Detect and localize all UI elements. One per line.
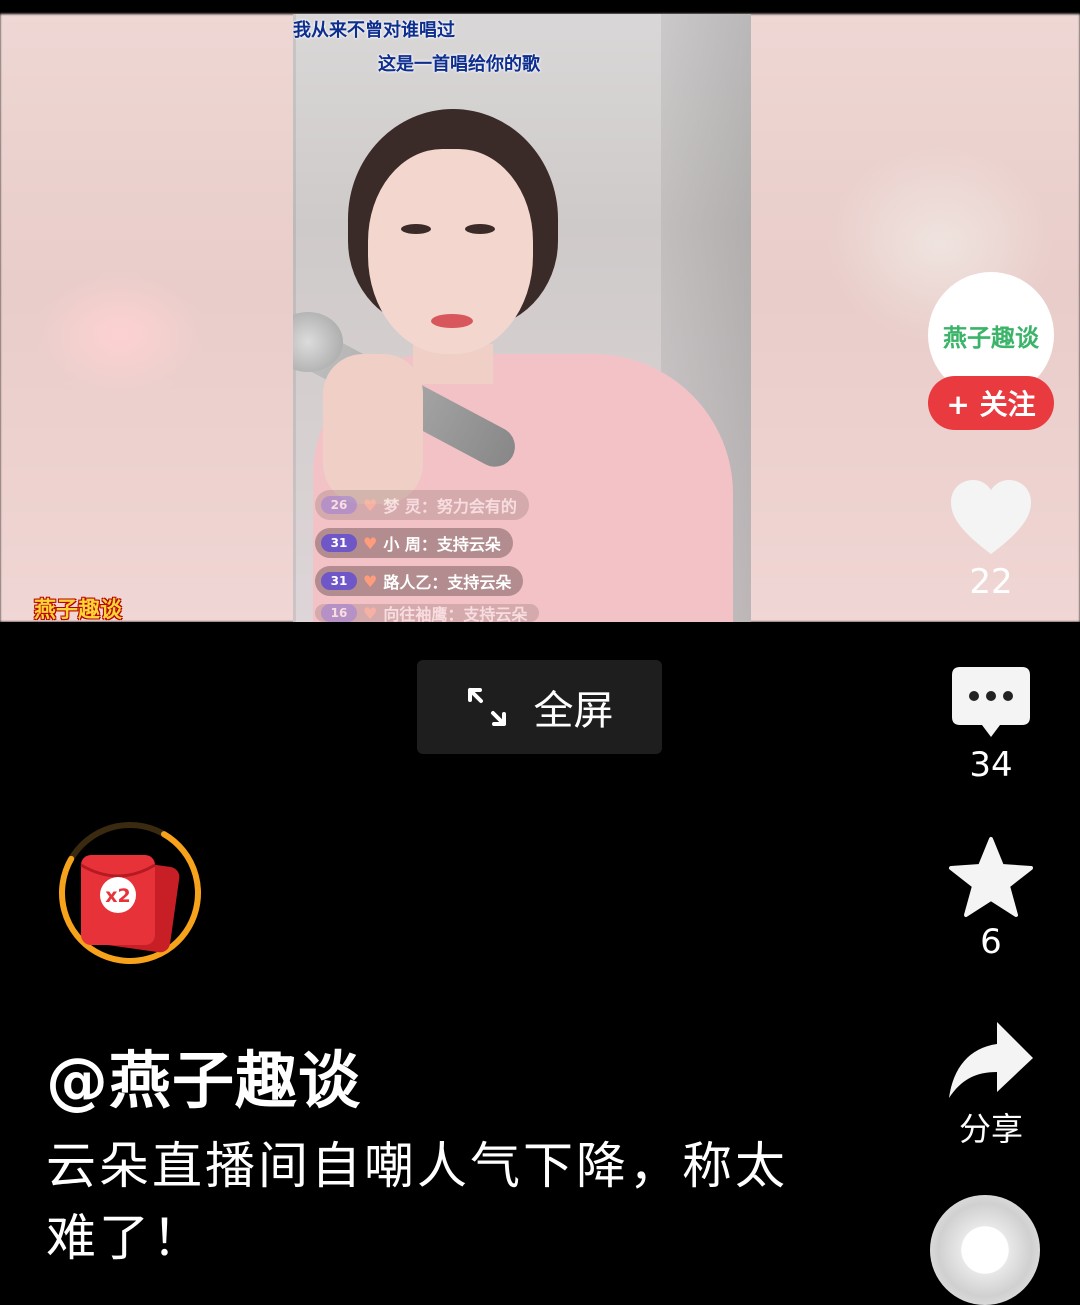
singer-eye-right	[465, 224, 495, 234]
heart-icon: ♥	[363, 495, 378, 515]
fullscreen-button[interactable]: 全屏	[417, 660, 662, 754]
heart-icon: ♥	[363, 533, 378, 553]
chat-text: 向往袖鹰：支持云朵	[383, 605, 528, 622]
lyric-line-1: 我从来不曾对谁唱过	[293, 20, 455, 41]
share-button[interactable]: 分享	[928, 1020, 1054, 1150]
fullscreen-label: 全屏	[533, 688, 614, 734]
user-level-badge: 31	[321, 534, 357, 552]
video-watermark: 燕子趣谈	[34, 598, 123, 622]
comment-button[interactable]: 34	[928, 665, 1054, 785]
action-sidebar: 燕子趣谈 + 关注 22 34 6 分享	[928, 0, 1058, 1279]
post-caption: 云朵直播间自嘲人气下降，称太难了！	[46, 1137, 788, 1267]
share-arrow-icon	[949, 1022, 1033, 1098]
multiplier-label: x2	[105, 885, 131, 907]
share-label: 分享	[958, 1110, 1023, 1148]
comment-count: 34	[969, 745, 1013, 785]
heart-icon	[951, 480, 1031, 554]
user-level-badge: 26	[321, 496, 357, 514]
chat-text: 小 周：支持云朵	[383, 535, 501, 554]
red-packet-reward[interactable]: x2	[55, 815, 205, 975]
avatar-logo-text: 燕子趣谈	[943, 323, 1039, 352]
chat-message: 31 ♥ 小 周：支持云朵	[315, 528, 513, 558]
live-chat: 26 ♥ 梦 灵：努力会有的 31 ♥ 小 周：支持云朵 31 ♥ 路人乙：支持…	[315, 490, 655, 622]
music-disc[interactable]	[930, 1195, 1040, 1305]
like-count: 22	[969, 562, 1013, 602]
user-level-badge: 31	[321, 572, 357, 590]
singer-lips	[431, 314, 473, 328]
heart-icon: ♥	[363, 604, 378, 622]
favorite-button[interactable]: 6	[928, 836, 1054, 962]
singer-eye-left	[401, 224, 431, 234]
heart-icon: ♥	[363, 571, 378, 591]
expand-icon	[467, 688, 506, 726]
chat-message: 16 ♥ 向往袖鹰：支持云朵	[315, 604, 540, 622]
favorite-count: 6	[980, 922, 1002, 962]
chat-message: 31 ♥ 路人乙：支持云朵	[315, 566, 524, 596]
video-player[interactable]: 我从来不曾对谁唱过 这是一首唱给你的歌 26 ♥ 梦 灵：努力会有的 31 ♥ …	[0, 0, 1080, 622]
comment-icon	[952, 667, 1030, 737]
follow-button[interactable]: + 关注	[928, 376, 1054, 430]
chat-text: 路人乙：支持云朵	[383, 573, 512, 592]
lyric-line-2: 这是一首唱给你的歌	[378, 54, 540, 75]
star-icon	[949, 837, 1033, 917]
author-name[interactable]: @燕子趣谈	[46, 1030, 361, 1120]
user-level-badge: 16	[321, 604, 357, 622]
like-button[interactable]: 22	[928, 478, 1054, 602]
singer-hand	[323, 354, 423, 504]
chat-message: 26 ♥ 梦 灵：努力会有的	[315, 490, 529, 520]
chat-text: 梦 灵：努力会有的	[383, 497, 517, 516]
